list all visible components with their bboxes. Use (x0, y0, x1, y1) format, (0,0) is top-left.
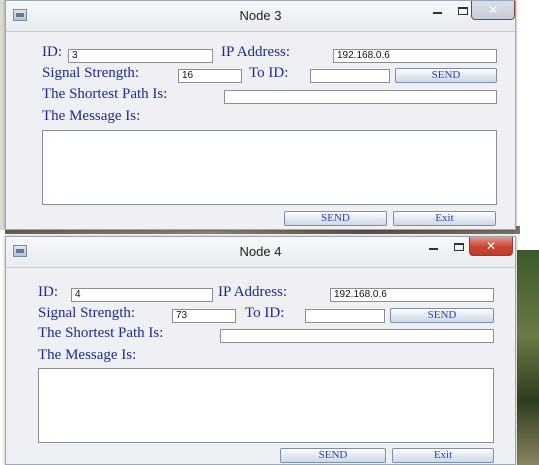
to-id-label: To ID: (245, 305, 285, 321)
send-button[interactable]: SEND (280, 448, 386, 463)
id-label: ID: (42, 44, 62, 60)
to-id-label: To ID: (249, 65, 289, 81)
close-button[interactable]: ✕ (471, 1, 515, 20)
ip-address-label: IP Address: (221, 44, 291, 60)
ip-address-field[interactable]: 192.168.0.6 (333, 49, 497, 63)
signal-strength-field[interactable]: 73 (172, 309, 236, 323)
shortest-path-label: The Shortest Path Is: (42, 86, 168, 102)
signal-strength-field[interactable]: 16 (178, 69, 242, 83)
node3-titlebar[interactable]: Node 3 ✕ (6, 1, 515, 32)
minimize-button[interactable] (420, 237, 446, 256)
close-icon: ✕ (487, 3, 499, 17)
id-field[interactable]: 4 (71, 288, 213, 302)
node4-titlebar[interactable]: Node 4 ✕ (6, 237, 515, 268)
message-label: The Message Is: (38, 347, 137, 363)
desktop-background-right (517, 250, 539, 465)
shortest-path-label: The Shortest Path Is: (38, 325, 164, 341)
shortest-path-field[interactable] (224, 90, 497, 104)
message-label: The Message Is: (42, 108, 141, 124)
shortest-path-field[interactable] (220, 329, 494, 343)
node3-window: Node 3 ✕ ID: 3 IP Address: 192.168.0.6 S… (5, 0, 516, 230)
message-textarea[interactable] (38, 368, 494, 443)
maximize-icon (454, 242, 464, 251)
send-button-top[interactable]: SEND (395, 68, 497, 83)
signal-strength-label: Signal Strength: (42, 65, 140, 81)
ip-address-field[interactable]: 192.168.0.6 (330, 288, 494, 302)
minimize-icon (428, 247, 438, 250)
send-button-top[interactable]: SEND (390, 308, 494, 323)
exit-button[interactable]: Exit (393, 211, 496, 226)
id-label: ID: (38, 284, 58, 300)
exit-button[interactable]: Exit (392, 448, 494, 463)
to-id-field[interactable] (310, 69, 390, 83)
minimize-icon (432, 11, 442, 14)
message-textarea[interactable] (42, 130, 497, 205)
send-button[interactable]: SEND (284, 211, 387, 226)
node4-window: Node 4 ✕ ID: 4 IP Address: 192.168.0.6 S… (5, 236, 516, 465)
id-field[interactable]: 3 (68, 49, 213, 63)
close-button[interactable]: ✕ (469, 237, 513, 256)
minimize-button[interactable] (424, 1, 450, 20)
close-icon: ✕ (485, 239, 497, 253)
ip-address-label: IP Address: (218, 284, 288, 300)
signal-strength-label: Signal Strength: (38, 305, 136, 321)
to-id-field[interactable] (305, 309, 385, 323)
maximize-icon (458, 6, 468, 15)
